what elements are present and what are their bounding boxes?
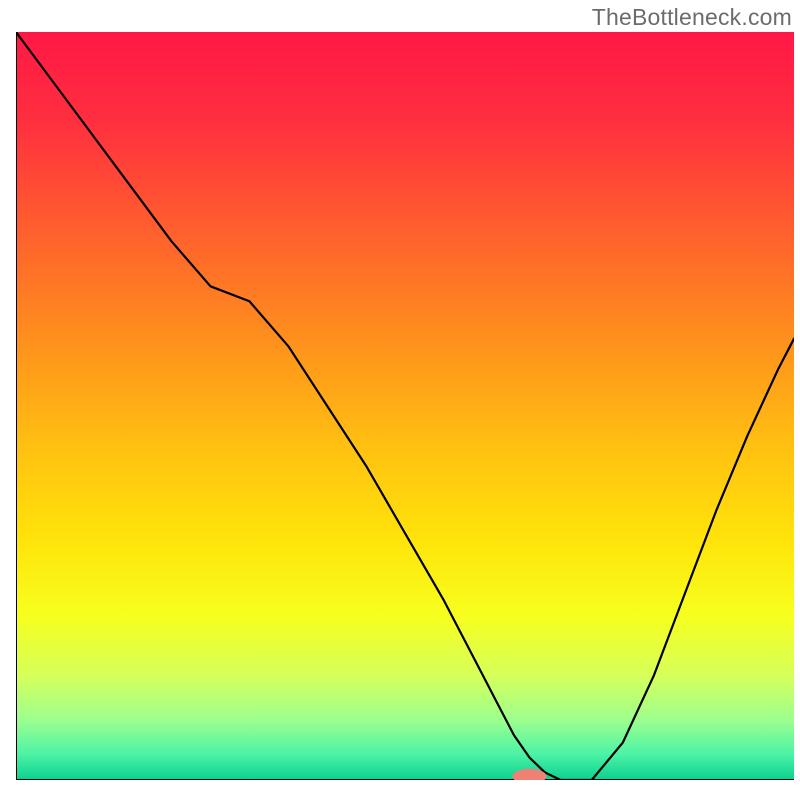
gradient-background — [16, 32, 794, 780]
chart-frame: TheBottleneck.com — [0, 0, 800, 800]
chart-svg — [16, 32, 794, 780]
watermark-text: TheBottleneck.com — [592, 4, 792, 31]
chart-plot-area — [16, 32, 794, 780]
